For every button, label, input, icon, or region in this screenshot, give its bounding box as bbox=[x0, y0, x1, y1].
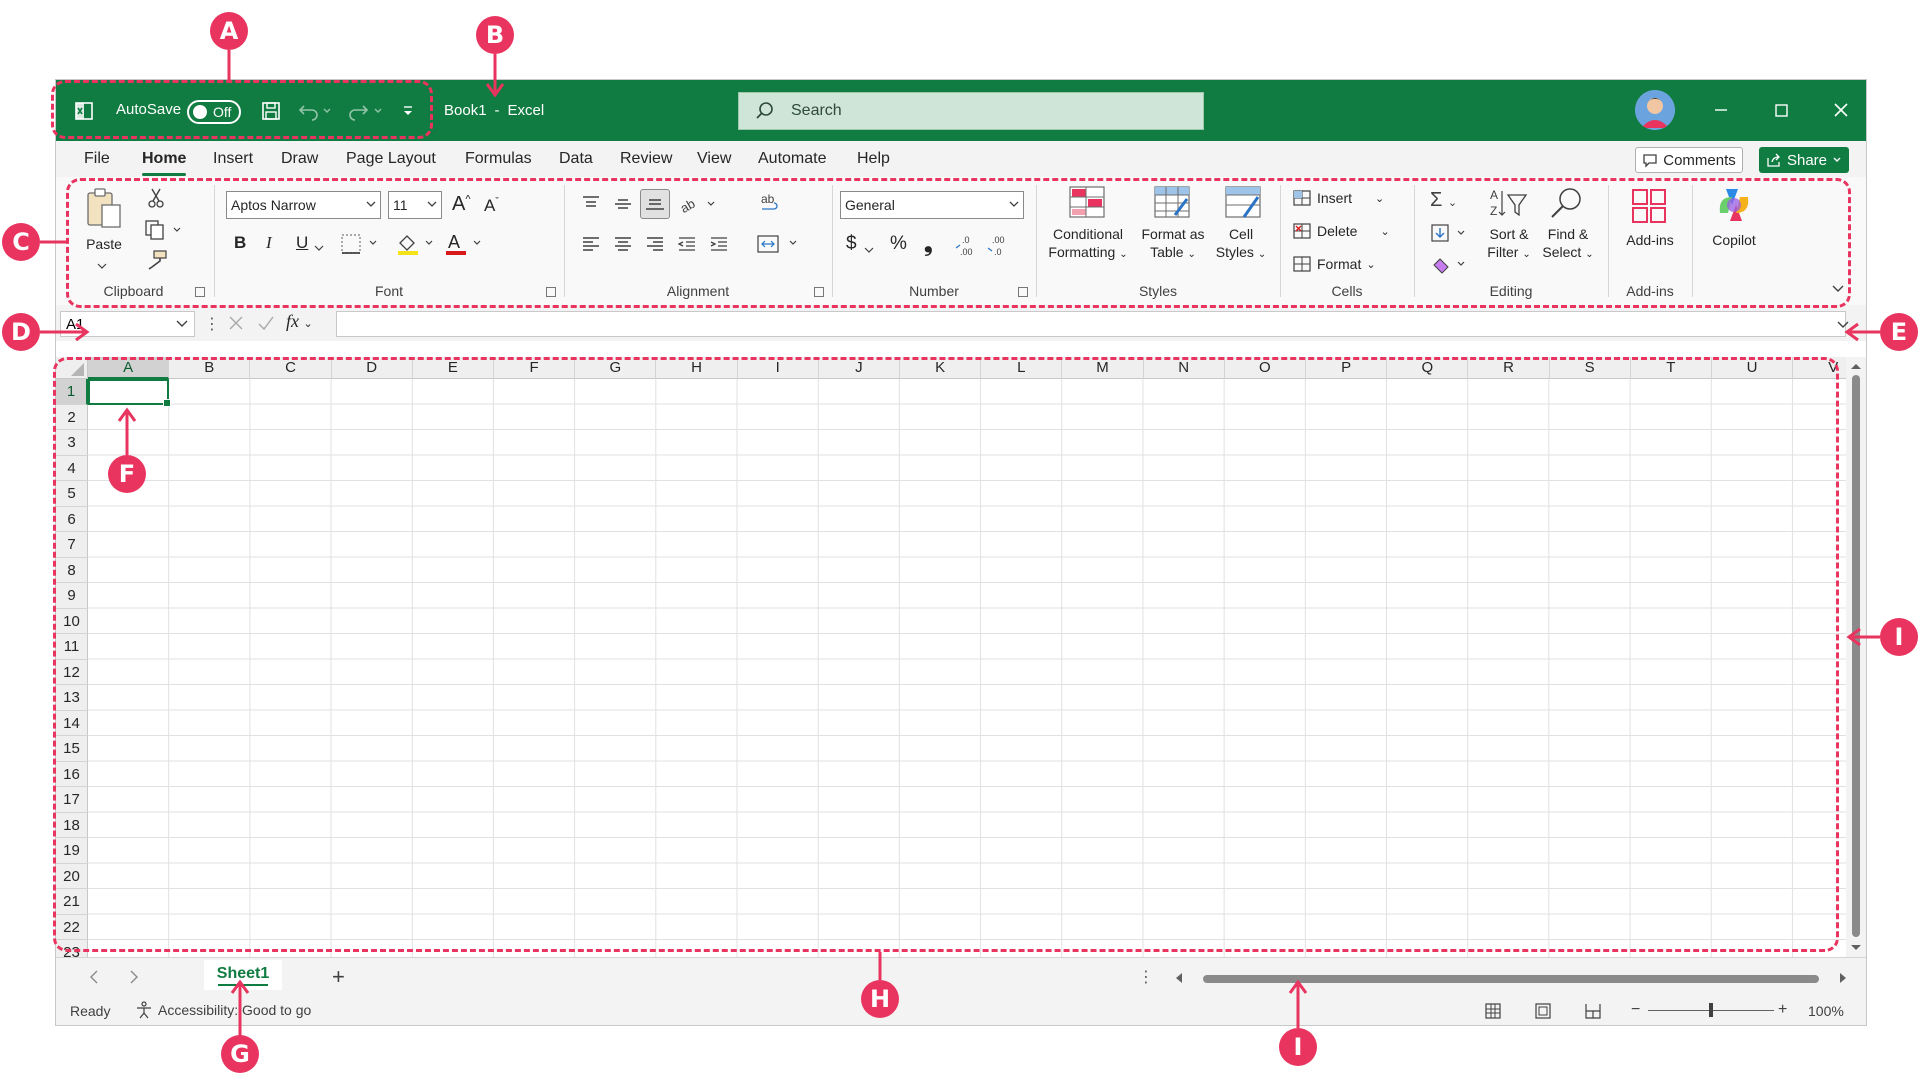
arrow-e bbox=[1844, 322, 1880, 342]
marker-b: B bbox=[476, 16, 514, 54]
marker-h: H bbox=[861, 980, 899, 1018]
marker-i-horizontal: I bbox=[1279, 1028, 1317, 1066]
marker-a: A bbox=[210, 12, 248, 50]
marker-e: E bbox=[1880, 313, 1918, 351]
arrow-b bbox=[485, 54, 505, 98]
marker-i-vertical: I bbox=[1880, 618, 1918, 656]
arrow-g bbox=[230, 979, 250, 1038]
arrow-i-horizontal bbox=[1288, 979, 1308, 1028]
marker-c: C bbox=[2, 223, 40, 261]
marker-f: F bbox=[108, 455, 146, 493]
screenshot-stage: AutoSave Off Book1 - Excel Search File H… bbox=[0, 0, 1920, 1080]
arrow-f bbox=[117, 407, 137, 455]
annotation-arrows bbox=[40, 50, 1880, 1038]
marker-g: G bbox=[221, 1035, 259, 1073]
arrow-i-vertical bbox=[1846, 627, 1880, 647]
arrow-d bbox=[40, 322, 90, 342]
marker-d: D bbox=[2, 313, 40, 351]
